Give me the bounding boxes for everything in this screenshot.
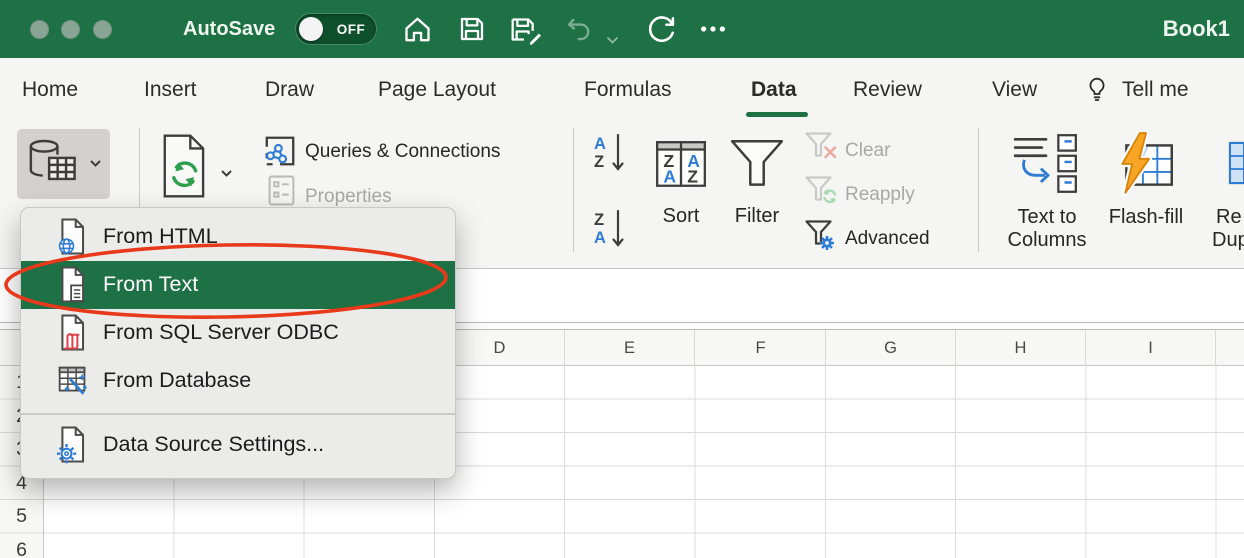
letter-z: Z: [594, 211, 606, 229]
html-file-icon: [56, 217, 89, 257]
menu-item-label: From Text: [103, 272, 198, 297]
svg-text:A: A: [663, 167, 676, 187]
undo-icon: [563, 13, 594, 45]
letter-z: Z: [594, 153, 606, 171]
flash-fill-label[interactable]: Flash-fill: [1100, 206, 1192, 229]
menu-item-from-html[interactable]: From HTML: [21, 213, 455, 261]
menu-item-label: From HTML: [103, 224, 218, 249]
menu-item-from-sql-server-odbc[interactable]: From SQL Server ODBC: [21, 309, 455, 357]
sort-ascending-button[interactable]: A Z: [594, 132, 625, 174]
row-header-5[interactable]: 5: [0, 500, 43, 534]
lightbulb-icon: [1084, 76, 1110, 109]
reapply-label: Reapply: [845, 184, 915, 206]
title-bar: AutoSave OFF: [0, 0, 1244, 58]
text-file-icon: [56, 265, 89, 305]
workbook-title: Book1: [1163, 0, 1230, 58]
window-zoom-button[interactable]: [93, 20, 112, 39]
more-commands-icon[interactable]: [698, 13, 728, 45]
chevron-down-icon: [220, 169, 233, 178]
arrow-down-icon: [611, 208, 625, 250]
ribbon-tab-bar: Home Insert Draw Page Layout Formulas Da…: [0, 58, 1244, 121]
get-data-button[interactable]: [17, 129, 110, 199]
column-header-j[interactable]: [1217, 330, 1244, 366]
save-icon[interactable]: [456, 13, 488, 45]
remove-duplicates-label-line2[interactable]: Dup: [1212, 229, 1244, 252]
save-as-icon[interactable]: [508, 13, 544, 45]
text-to-columns-button[interactable]: [1010, 132, 1082, 201]
arrow-down-icon: [611, 132, 625, 174]
autosave-label: AutoSave: [183, 0, 275, 58]
window-minimize-button[interactable]: [61, 20, 80, 39]
letter-a: A: [594, 135, 606, 153]
excel-window: AutoSave OFF: [0, 0, 1244, 558]
sort-label[interactable]: Sort: [652, 205, 710, 228]
tab-page-layout[interactable]: Page Layout: [378, 58, 496, 121]
tab-tell-me[interactable]: Tell me: [1122, 58, 1189, 121]
sort-descending-button[interactable]: Z A: [594, 208, 625, 250]
remove-duplicates-button[interactable]: [1228, 132, 1244, 201]
refresh-all-button[interactable]: [158, 133, 238, 203]
flash-fill-button[interactable]: [1112, 132, 1180, 201]
redo-icon[interactable]: [644, 13, 678, 45]
column-header-i[interactable]: I: [1086, 330, 1216, 366]
undo-chevron-icon[interactable]: [606, 24, 619, 56]
remove-duplicates-label-line1[interactable]: Re: [1216, 206, 1244, 229]
window-close-button[interactable]: [30, 20, 49, 39]
tab-review[interactable]: Review: [853, 58, 922, 121]
menu-item-data-source-settings[interactable]: Data Source Settings...: [21, 421, 455, 469]
letter-a: A: [594, 229, 606, 247]
column-header-g[interactable]: G: [826, 330, 956, 366]
column-header-f[interactable]: F: [696, 330, 826, 366]
row-header-6[interactable]: 6: [0, 534, 43, 558]
autosave-toggle[interactable]: OFF: [296, 14, 376, 44]
clear-filter-icon: [804, 130, 840, 169]
text-to-columns-label-line2[interactable]: Columns: [1003, 229, 1091, 252]
menu-item-label: From SQL Server ODBC: [103, 320, 339, 345]
tab-draw[interactable]: Draw: [265, 58, 314, 121]
tab-home[interactable]: Home: [22, 58, 78, 121]
group-separator: [573, 128, 574, 252]
menu-item-label: From Database: [103, 368, 251, 393]
get-data-dropdown-menu: From HTML From Text: [20, 207, 456, 479]
svg-text:Z: Z: [687, 167, 698, 187]
active-tab-underline: [746, 112, 808, 117]
advanced-filter-icon[interactable]: [804, 218, 840, 259]
sort-button[interactable]: Z A A Z: [652, 135, 710, 198]
column-header-e[interactable]: E: [565, 330, 695, 366]
chevron-down-icon: [89, 159, 102, 168]
menu-item-from-database[interactable]: From Database: [21, 356, 455, 404]
menu-item-label: Data Source Settings...: [103, 432, 324, 457]
advanced-label[interactable]: Advanced: [845, 228, 930, 250]
tab-view[interactable]: View: [992, 58, 1037, 121]
database-wand-icon: [56, 360, 89, 400]
queries-connections-icon[interactable]: [262, 133, 298, 174]
text-to-columns-label-line1[interactable]: Text to: [1003, 206, 1091, 229]
filter-label[interactable]: Filter: [726, 205, 788, 228]
home-icon[interactable]: [401, 13, 434, 45]
menu-item-from-text[interactable]: From Text: [21, 261, 455, 309]
toggle-knob: [299, 17, 323, 41]
clear-label: Clear: [845, 140, 890, 162]
queries-connections-label[interactable]: Queries & Connections: [305, 141, 500, 163]
sql-file-icon: [56, 312, 89, 352]
menu-separator: [21, 413, 455, 415]
tab-formulas[interactable]: Formulas: [584, 58, 672, 121]
column-header-h[interactable]: H: [956, 330, 1086, 366]
settings-file-icon: [56, 425, 89, 465]
properties-icon: [268, 175, 295, 211]
properties-label: Properties: [305, 186, 392, 208]
autosave-state: OFF: [330, 14, 372, 44]
group-separator: [978, 128, 979, 252]
filter-button[interactable]: [726, 135, 788, 198]
reapply-filter-icon: [804, 174, 840, 213]
tab-insert[interactable]: Insert: [144, 58, 197, 121]
